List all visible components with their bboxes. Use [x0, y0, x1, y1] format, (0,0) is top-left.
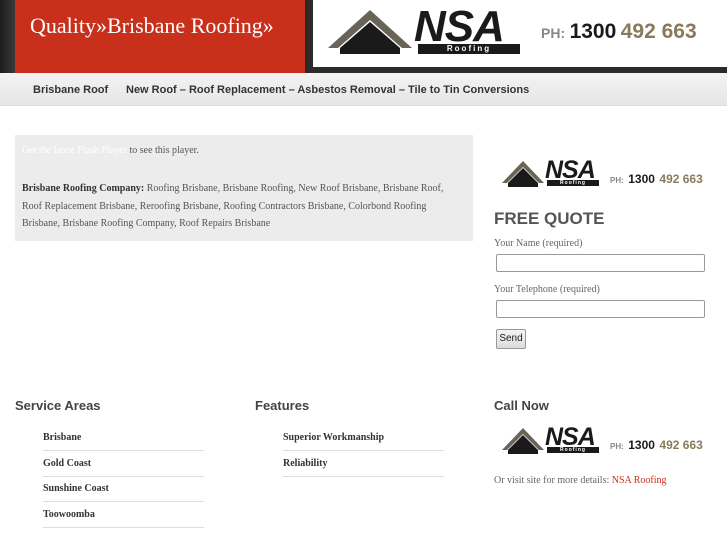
service-area-brisbane[interactable]: Brisbane: [43, 425, 204, 451]
company-label: Brisbane Roofing Company:: [22, 183, 145, 194]
header: Quality»Brisbane Roofing» NSA Roofing PH…: [0, 0, 727, 73]
phone-part1: 1300: [628, 438, 655, 452]
service-area-sunshine-coast[interactable]: Sunshine Coast: [43, 476, 204, 502]
send-button[interactable]: Send: [496, 329, 526, 349]
phone-prefix: PH:: [610, 442, 624, 451]
free-quote-title: FREE QUOTE: [494, 209, 605, 228]
footer-phone: PH: 1300 492 663: [610, 436, 703, 454]
visit-text: Or visit site for more details: NSA Roof…: [494, 475, 667, 486]
site-title[interactable]: Quality»Brisbane Roofing»: [30, 13, 274, 39]
sidebar-nsa-logo: NSA Roofing: [502, 156, 600, 187]
service-area-toowoomba[interactable]: Toowoomba: [43, 502, 204, 528]
footer-nsa-logo: NSA Roofing: [502, 423, 600, 454]
roof-icon: [328, 10, 412, 54]
phone-part1: 1300: [569, 20, 617, 43]
phone-part2: 492 663: [620, 20, 697, 43]
name-label: Your Name (required): [494, 238, 583, 249]
service-areas-title: Service Areas: [15, 398, 101, 413]
flash-notice: Get the latest Flash Player to see this …: [22, 142, 462, 160]
header-shade: [0, 0, 15, 73]
main-nav: Brisbane Roof New Roof – Roof Replacemen…: [0, 73, 727, 106]
site-title-box[interactable]: Quality»Brisbane Roofing»: [15, 0, 305, 73]
flash-player-link[interactable]: Get the latest Flash Player: [22, 145, 127, 156]
telephone-input[interactable]: [496, 300, 705, 318]
name-input[interactable]: [496, 254, 705, 272]
flash-suffix: to see this player.: [126, 145, 199, 156]
call-now-title: Call Now: [494, 398, 549, 413]
logo-bar: Roofing: [418, 44, 520, 54]
phone-part2: 492 663: [659, 172, 703, 186]
phone-prefix: PH:: [541, 25, 566, 41]
features-title: Features: [255, 398, 310, 413]
telephone-label: Your Telephone (required): [494, 284, 600, 295]
phone-part1: 1300: [628, 172, 655, 186]
nav-item-new-roof[interactable]: New Roof – Roof Replacement – Asbestos R…: [126, 84, 529, 96]
roof-icon: [502, 161, 544, 187]
nsa-logo[interactable]: NSA Roofing: [328, 2, 520, 54]
feature-superior-workmanship[interactable]: Superior Workmanship: [283, 425, 444, 451]
content-box: Get the latest Flash Player to see this …: [15, 135, 473, 241]
header-logo-area: NSA Roofing PH: 1300 492 663: [313, 0, 727, 67]
feature-reliability[interactable]: Reliability: [283, 451, 444, 477]
nav-item-brisbane-roof[interactable]: Brisbane Roof: [33, 84, 108, 96]
sidebar-phone: PH: 1300 492 663: [610, 170, 703, 188]
visit-label: Or visit site for more details:: [494, 475, 612, 486]
phone-prefix: PH:: [610, 176, 624, 185]
nsa-roofing-link[interactable]: NSA Roofing: [612, 475, 667, 486]
logo-bar: Roofing: [547, 447, 599, 453]
phone-part2: 492 663: [659, 438, 703, 452]
service-area-gold-coast[interactable]: Gold Coast: [43, 451, 204, 477]
logo-bar: Roofing: [547, 180, 599, 186]
roof-icon: [502, 428, 544, 454]
header-phone: PH: 1300 492 663: [541, 20, 697, 44]
company-paragraph: Brisbane Roofing Company: Roofing Brisba…: [22, 180, 462, 233]
